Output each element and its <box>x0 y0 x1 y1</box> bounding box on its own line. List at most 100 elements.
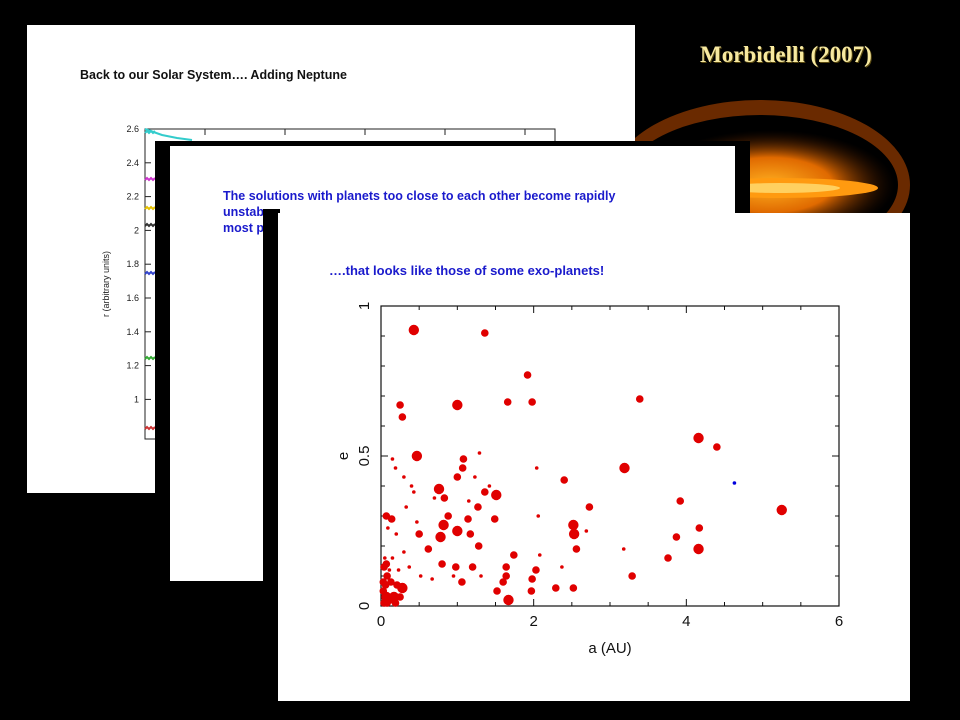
slide1-y-tick-label: 1.6 <box>126 293 139 303</box>
slide1-series-line <box>144 205 156 211</box>
slide1-series-line <box>144 425 156 431</box>
exoplanet-scatter-plot: 0 2 4 6 0 0.5 1 a (AU) e <box>335 302 843 657</box>
slide1-y-tick-label: 2.6 <box>126 124 139 134</box>
data-point <box>398 413 407 421</box>
data-point <box>382 560 391 568</box>
data-point <box>466 530 475 538</box>
data-point <box>527 587 536 595</box>
data-point <box>390 457 395 461</box>
data-point <box>464 515 472 523</box>
data-point <box>503 398 512 406</box>
data-point <box>396 401 404 409</box>
data-point <box>435 531 446 543</box>
data-point <box>477 451 482 455</box>
data-point <box>466 499 471 503</box>
slide2-line2: unstab <box>223 205 264 219</box>
data-point <box>502 563 510 571</box>
data-point <box>536 514 541 518</box>
data-point <box>693 543 704 555</box>
data-point <box>424 545 433 553</box>
x-tick-label: 4 <box>682 613 690 630</box>
slide1-y-tick-label: 1 <box>134 394 139 404</box>
data-point <box>396 593 404 601</box>
data-point <box>407 565 412 569</box>
x-tick-label: 2 <box>529 613 537 630</box>
slide1-y-tick-label: 1.4 <box>126 327 139 337</box>
data-point <box>412 490 416 494</box>
data-point <box>628 572 636 580</box>
data-point <box>391 599 400 607</box>
x-tick-label: 0 <box>377 613 385 630</box>
data-point <box>534 466 539 470</box>
slide1-y-tick-label: 2.4 <box>126 158 139 168</box>
data-point <box>532 566 540 574</box>
slide1-y-tick-label: 1.8 <box>126 259 139 269</box>
x-axis-label: a (AU) <box>588 640 631 657</box>
data-point <box>415 520 419 524</box>
data-point <box>468 563 477 571</box>
data-point <box>569 584 578 592</box>
data-point <box>510 551 518 559</box>
data-point <box>438 519 449 531</box>
slide1-y-tick-label: 1.2 <box>126 361 139 371</box>
slide2-line1: The solutions with planets too close to … <box>223 189 616 203</box>
data-point <box>732 481 737 485</box>
data-point <box>418 574 423 578</box>
slide1-y-axis-label: r (arbitrary units) <box>101 251 111 317</box>
plot-frame <box>380 305 840 607</box>
data-point <box>452 525 463 537</box>
data-point <box>560 476 568 484</box>
slide-exoplanets: ….that looks like those of some exo-plan… <box>278 213 910 701</box>
data-point <box>693 432 704 444</box>
data-point <box>568 528 580 540</box>
slide1-y-tick-label: 2.2 <box>126 192 139 202</box>
data-point <box>402 475 406 479</box>
data-point <box>776 504 787 516</box>
data-point <box>409 484 414 488</box>
data-point <box>584 529 589 533</box>
data-point <box>459 455 468 463</box>
data-point <box>393 466 398 470</box>
y-axis-label: e <box>335 452 352 460</box>
data-point <box>452 399 463 411</box>
data-point <box>552 584 560 592</box>
data-point <box>396 568 401 572</box>
slide1-series-line <box>144 128 193 141</box>
data-point <box>493 587 501 595</box>
data-point <box>490 515 499 523</box>
credit-text: Morbidelli (2007) <box>700 42 872 67</box>
data-point <box>537 553 542 557</box>
data-point <box>491 489 502 501</box>
data-point <box>481 488 489 496</box>
data-point <box>411 450 423 462</box>
data-point <box>451 574 456 578</box>
data-point <box>408 324 420 336</box>
data-point <box>444 512 452 520</box>
data-point <box>572 545 581 553</box>
data-point <box>440 494 449 502</box>
data-point <box>452 563 460 571</box>
data-point <box>474 542 483 550</box>
data-point <box>619 462 630 474</box>
y-tick-label: 0 <box>356 602 373 610</box>
y-tick-label: 1 <box>356 302 373 310</box>
data-point <box>528 575 536 583</box>
data-point <box>473 475 477 479</box>
data-point <box>676 497 685 505</box>
data-point <box>432 496 437 500</box>
data-point <box>474 503 482 511</box>
slide1-series-line <box>144 355 156 361</box>
slide1-y-tick-label: 2 <box>134 225 139 235</box>
data-point <box>430 577 434 581</box>
data-point <box>528 398 536 406</box>
data-point <box>458 464 467 472</box>
slide2-line3: most p <box>223 221 264 235</box>
data-point <box>713 443 721 451</box>
data-point <box>695 524 704 532</box>
data-point <box>415 530 423 538</box>
data-point <box>560 565 564 569</box>
data-point <box>479 574 483 578</box>
data-point <box>390 556 395 560</box>
data-point <box>523 371 532 379</box>
data-point <box>481 329 489 337</box>
